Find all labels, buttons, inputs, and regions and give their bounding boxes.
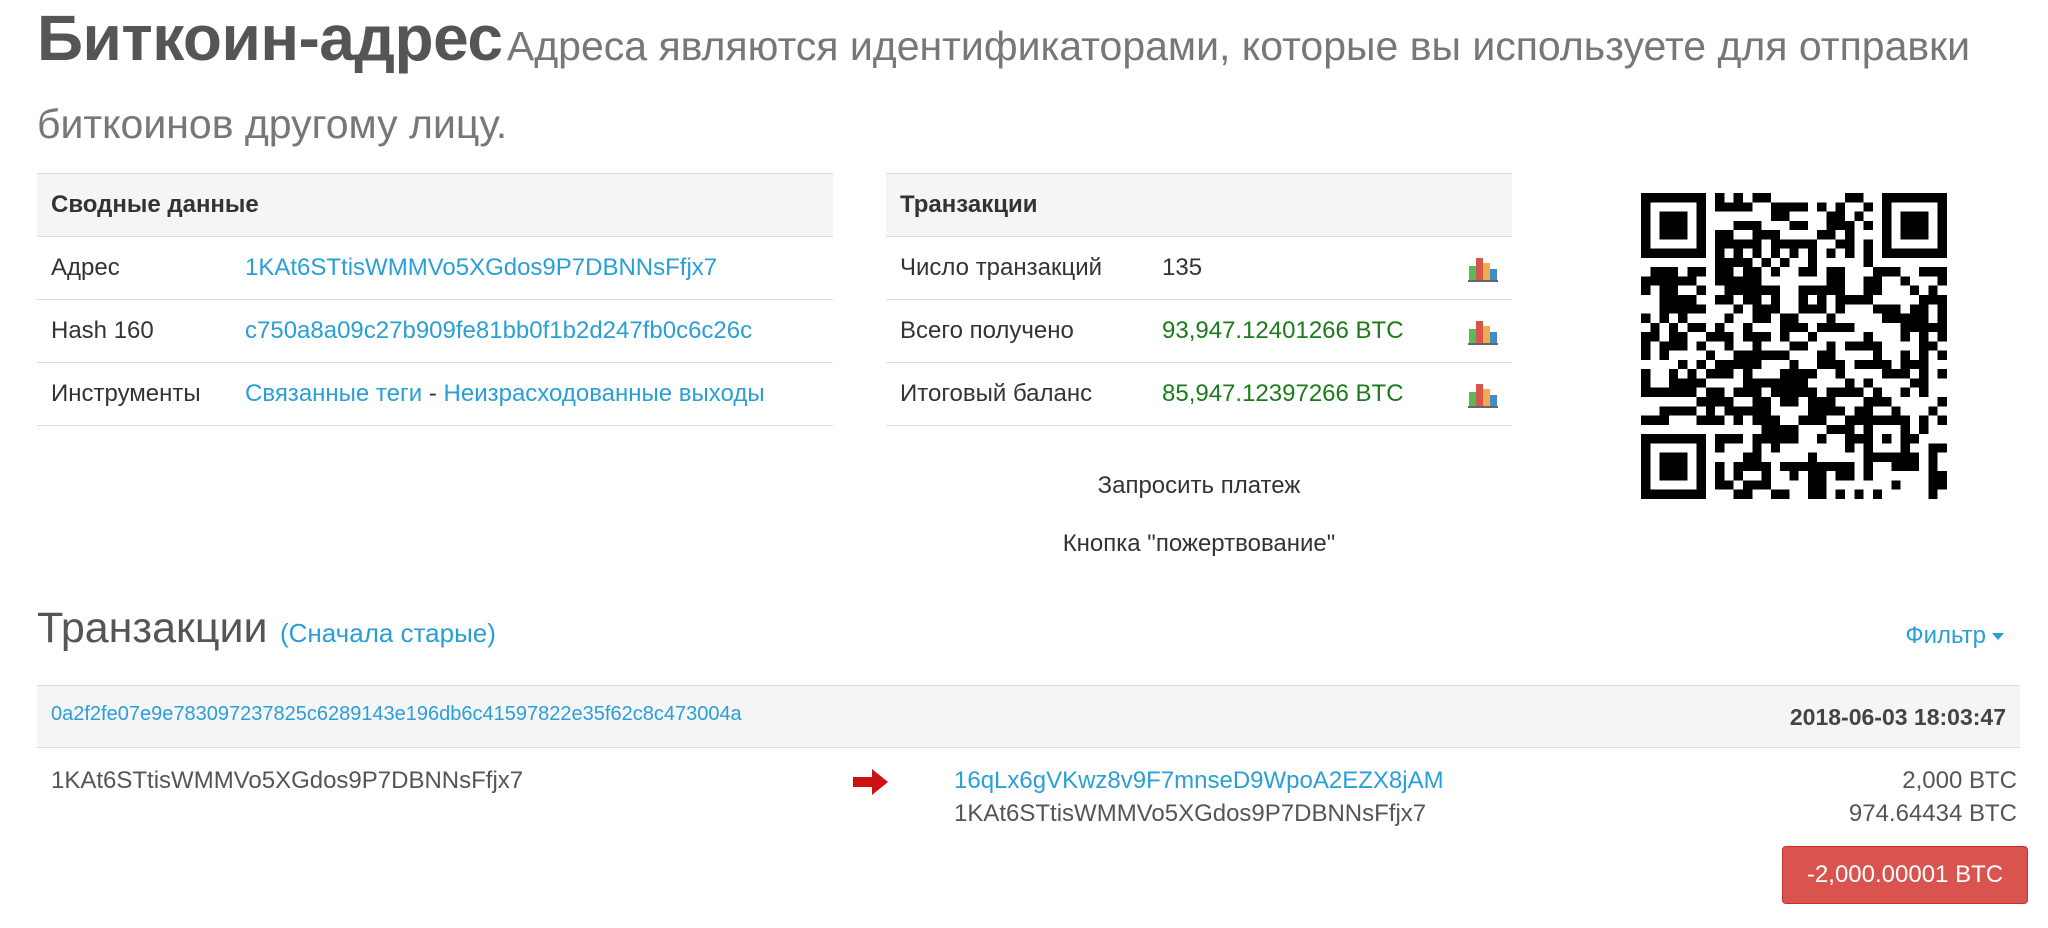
transaction-hash-link[interactable]: 0a2f2fe07e9e783097237825c6289143e196db6c… <box>51 703 742 726</box>
transaction-output-address[interactable]: 1KAt6STtisWMMVo5XGdos9P7DBNNsFfjx7 <box>954 800 1426 828</box>
transaction-header: 0a2f2fe07e9e783097237825c6289143e196db6c… <box>37 685 2020 748</box>
tx-count-value: 135 <box>1148 236 1446 300</box>
tx-received-row: Всего получено 93,947.12401266 BTC <box>886 299 1512 363</box>
arrow-right-icon <box>853 769 888 795</box>
tx-count-row: Число транзакций 135 <box>886 236 1512 300</box>
page-heading: Биткоин-адрес Адреса являются идентифика… <box>37 4 2027 168</box>
summary-table: Сводные данные Адрес 1KAt6STtisWMMVo5XGd… <box>37 173 833 426</box>
filter-dropdown[interactable]: Фильтр <box>1905 622 2004 650</box>
qr-code-icon <box>1641 193 1947 499</box>
hash-link[interactable]: c750a8a09c27b909fe81bb0f1b2d247fb0c6c26c <box>245 317 752 344</box>
summary-row-hash: Hash 160 c750a8a09c27b909fe81bb0f1b2d247… <box>37 299 833 363</box>
summary-row-tools: Инструменты Связанные теги - Неизрасходо… <box>37 362 833 426</box>
balance-label: Итоговый баланс <box>886 362 1148 426</box>
transactions-title: Транзакции <box>37 604 268 652</box>
address-link[interactable]: 1KAt6STtisWMMVo5XGdos9P7DBNNsFfjx7 <box>245 254 717 281</box>
tx-balance-row: Итоговый баланс 85,947.12397266 BTC <box>886 362 1512 426</box>
summary-heading: Сводные данные <box>37 173 833 237</box>
caret-down-icon <box>1992 633 2004 641</box>
donate-button-link[interactable]: Кнопка "пожертвование" <box>886 530 1512 558</box>
transaction-input-address[interactable]: 1KAt6STtisWMMVo5XGdos9P7DBNNsFfjx7 <box>51 767 523 795</box>
filter-label: Фильтр <box>1905 622 1986 649</box>
transactions-heading: Транзакции (Сначала старые) <box>37 604 496 653</box>
received-label: Всего получено <box>886 299 1148 363</box>
sort-order-link[interactable]: (Сначала старые) <box>280 618 496 648</box>
related-tags-link[interactable]: Связанные теги <box>245 380 422 407</box>
transactions-summary-heading: Транзакции <box>886 173 1512 237</box>
hash-label: Hash 160 <box>37 299 231 363</box>
bar-chart-icon[interactable] <box>1468 256 1498 282</box>
tx-count-label: Число транзакций <box>886 236 1148 300</box>
tools-label: Инструменты <box>37 362 231 426</box>
page-title: Биткоин-адрес <box>37 2 503 74</box>
unspent-outputs-link[interactable]: Неизрасходованные выходы <box>444 380 765 407</box>
request-payment-link[interactable]: Запросить платеж <box>886 472 1512 500</box>
summary-row-address: Адрес 1KAt6STtisWMMVo5XGdos9P7DBNNsFfjx7 <box>37 236 833 300</box>
bar-chart-icon[interactable] <box>1468 319 1498 345</box>
bar-chart-icon[interactable] <box>1468 382 1498 408</box>
balance-value: 85,947.12397266 BTC <box>1148 362 1446 426</box>
tools-separator: - <box>428 380 437 407</box>
transactions-summary-table: Транзакции Число транзакций 135 Всего по… <box>886 173 1512 426</box>
transaction-output-amount: 2,000 BTC <box>1902 767 2017 794</box>
transaction-output-amount: 974.64434 BTC <box>1848 800 2017 827</box>
transaction-output-address[interactable]: 16qLx6gVKwz8v9F7mnseD9WpoA2EZX8jAM <box>954 767 1444 795</box>
transaction-time: 2018-06-03 18:03:47 <box>1789 704 2006 730</box>
transaction-total-button[interactable]: -2,000.00001 BTC <box>1782 846 2028 904</box>
address-label: Адрес <box>37 236 231 300</box>
received-value: 93,947.12401266 BTC <box>1148 299 1446 363</box>
